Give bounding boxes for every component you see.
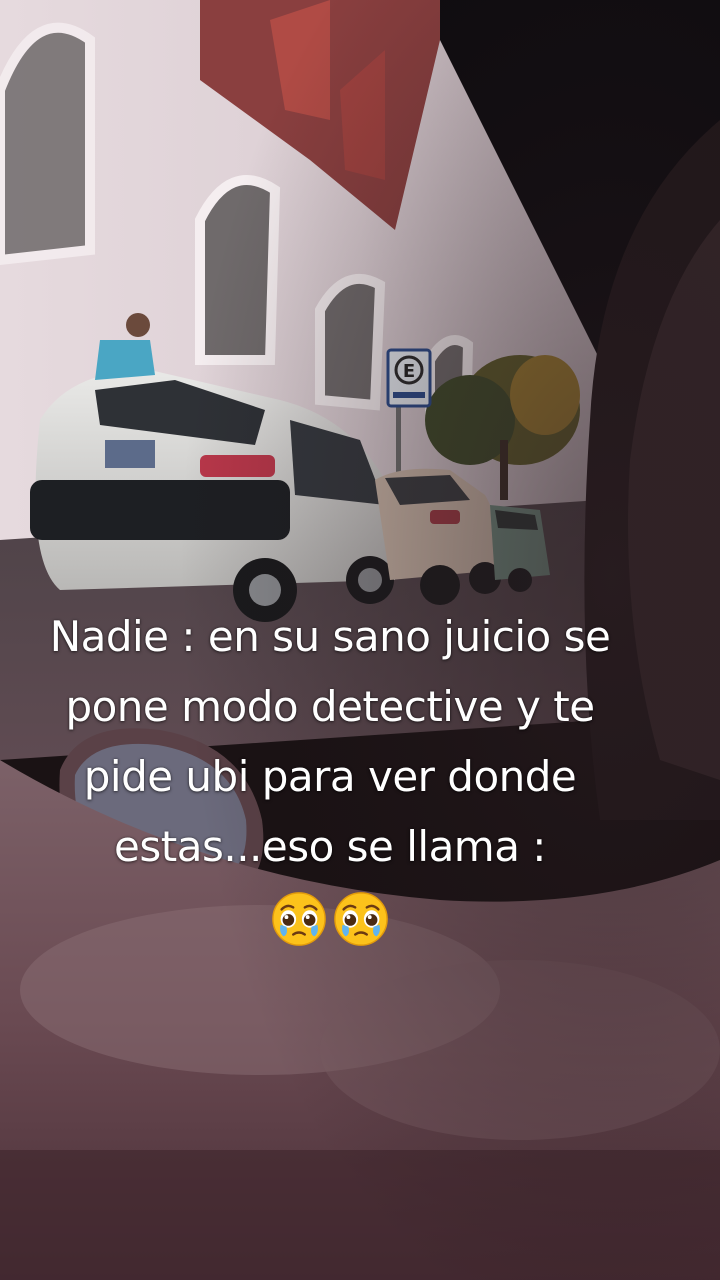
caption-line-3: pide ubi para ver donde bbox=[83, 752, 577, 801]
caption-line-2: pone modo detective y te bbox=[65, 682, 595, 731]
emoji-row bbox=[0, 884, 660, 956]
pleading-face-icon bbox=[272, 892, 326, 946]
caption-line-1: Nadie : en su sano juicio se bbox=[49, 612, 611, 661]
pleading-face-icon bbox=[334, 892, 388, 946]
caption-overlay: Nadie : en su sano juicio se pone modo d… bbox=[0, 602, 660, 956]
caption-line-4: estas...eso se llama : bbox=[114, 822, 546, 871]
